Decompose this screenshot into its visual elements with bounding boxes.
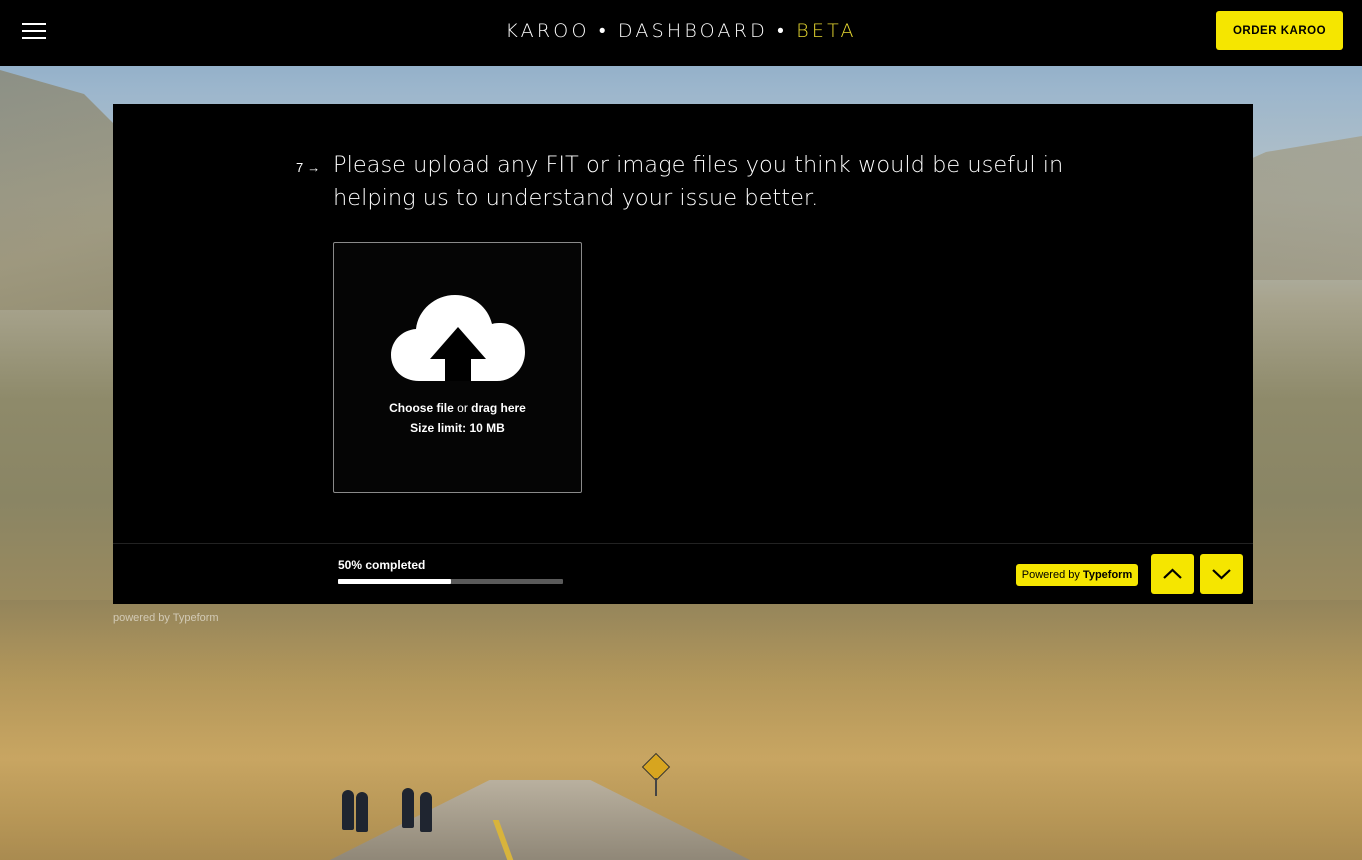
question-text: Please upload any FIT or image files you… (333, 152, 1064, 211)
powered-by-typeform-link[interactable]: powered by Typeform (113, 612, 219, 624)
background-cyclist (356, 792, 368, 832)
brand-main: KAROO • DASHBOARD • (505, 20, 797, 42)
chevron-up-icon (1163, 568, 1182, 579)
progress-label: 50% completed (338, 558, 426, 572)
cloud-upload-icon (391, 295, 525, 381)
top-navigation-bar: KAROO • DASHBOARD • BETA ORDER KAROO (0, 0, 1362, 66)
file-upload-dropzone[interactable]: Choose file or drag here Size limit: 10 … (333, 242, 582, 493)
powered-by-prefix: Powered by (1021, 569, 1083, 581)
upload-or-text: or (453, 401, 472, 415)
question-arrow-icon: → (307, 160, 321, 175)
chevron-down-icon (1212, 569, 1231, 580)
choose-file-link[interactable]: Choose file (389, 401, 454, 415)
background-sign-post (655, 778, 657, 796)
powered-by-typeform-badge[interactable]: Powered by Typeform (1016, 564, 1138, 586)
question-number-value: 7 (296, 160, 304, 175)
brand-title: KAROO • DASHBOARD • BETA (0, 20, 1362, 43)
order-karoo-button[interactable]: ORDER KAROO (1216, 11, 1343, 50)
progress-bar-fill (338, 579, 451, 584)
upload-size-limit: Size limit: 10 MB (410, 421, 505, 435)
question-number: 7 → (296, 160, 320, 175)
background-cyclist (342, 790, 354, 830)
background-plain (0, 600, 1362, 860)
background-cyclist (402, 788, 414, 828)
background-cyclist (420, 792, 432, 832)
upload-instruction: Choose file or drag here (334, 401, 581, 415)
form-footer: 50% completed Powered by Typeform (113, 543, 1253, 604)
next-question-button[interactable] (1200, 554, 1243, 594)
powered-by-brand: Typeform (1082, 569, 1133, 581)
progress-bar (338, 579, 563, 584)
brand-beta: BETA (796, 20, 857, 42)
previous-question-button[interactable] (1151, 554, 1194, 594)
typeform-card: 7 → Please upload any FIT or image files … (113, 104, 1253, 604)
drag-here-text: drag here (471, 401, 526, 415)
